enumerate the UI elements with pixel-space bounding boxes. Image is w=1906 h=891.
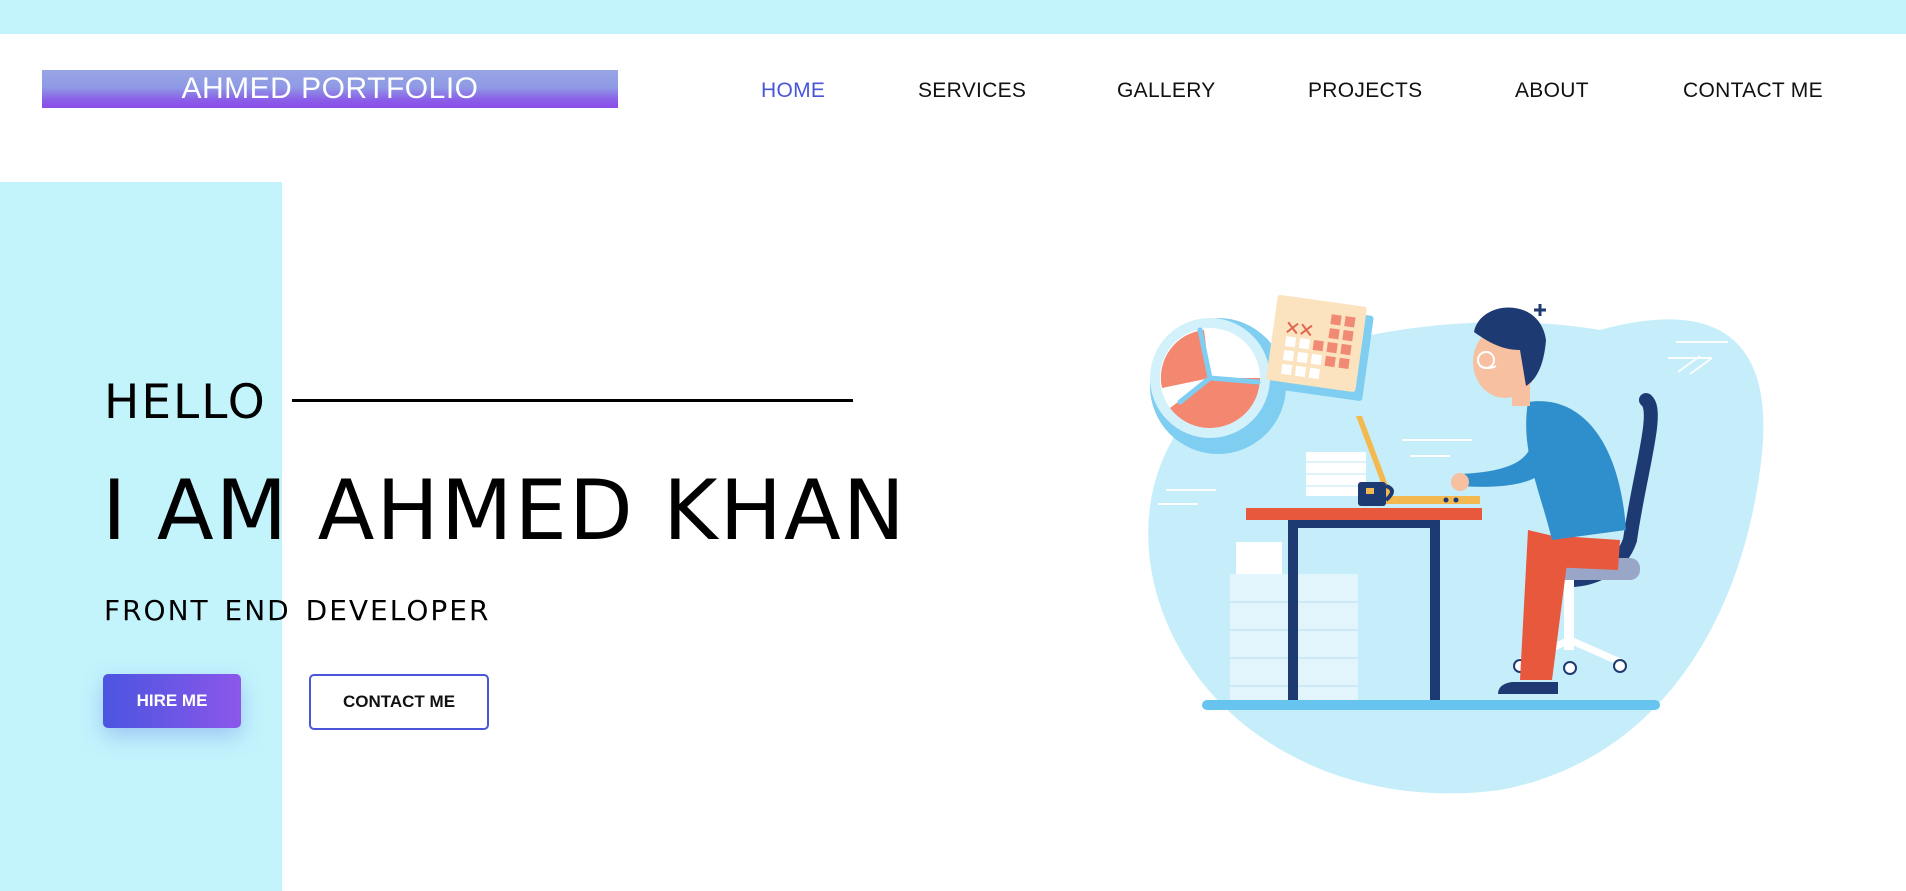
navbar: AHMED PORTFOLIO HOME SERVICES GALLERY PR… xyxy=(0,34,1906,182)
hero-name: I AM AHMED KHAN xyxy=(102,462,907,559)
clock-icon xyxy=(1150,318,1286,454)
nav-home[interactable]: HOME xyxy=(761,79,825,103)
nav-services[interactable]: SERVICES xyxy=(918,79,1026,103)
nav-projects[interactable]: PROJECTS xyxy=(1308,79,1422,103)
nav-about[interactable]: ABOUT xyxy=(1515,79,1589,103)
hire-me-button[interactable]: HIRE ME xyxy=(103,674,241,728)
developer-at-desk-illustration xyxy=(1148,294,1764,794)
hero-role: FRONT END DEVELOPER xyxy=(104,594,491,627)
nav-contact-me[interactable]: CONTACT ME xyxy=(1683,79,1823,103)
calendar-icon xyxy=(1266,294,1374,401)
nav-gallery[interactable]: GALLERY xyxy=(1117,79,1216,103)
hero-greeting: HELLO xyxy=(104,375,267,430)
site-logo[interactable]: AHMED PORTFOLIO xyxy=(42,70,618,108)
logo-text: AHMED PORTFOLIO xyxy=(181,72,479,105)
greeting-divider-line xyxy=(292,399,853,402)
top-accent-strip xyxy=(0,0,1906,34)
contact-me-button[interactable]: CONTACT ME xyxy=(309,674,489,730)
floor-line xyxy=(1202,700,1660,710)
